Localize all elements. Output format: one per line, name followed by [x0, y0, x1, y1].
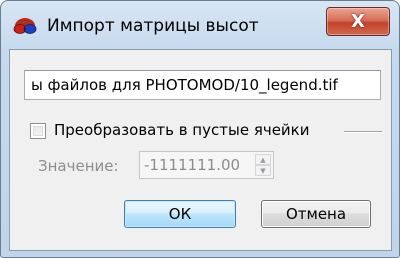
- value-input-text: -1111111.00: [144, 156, 241, 174]
- convert-empty-cells-checkbox[interactable]: [30, 123, 46, 139]
- group-separator: [344, 131, 382, 133]
- spin-down-button[interactable]: ▼: [255, 165, 271, 176]
- value-label: Значение:: [38, 157, 119, 175]
- title-bar[interactable]: Импорт матрицы высот X: [1, 1, 399, 49]
- close-button[interactable]: X: [326, 7, 390, 36]
- file-path-text: ы файлов для PHOTOMOD/10_legend.tif: [31, 76, 338, 94]
- close-icon: X: [351, 11, 365, 32]
- chevron-down-icon: ▼: [260, 166, 266, 175]
- chevron-up-icon: ▲: [260, 155, 266, 164]
- spin-up-button[interactable]: ▲: [255, 154, 271, 165]
- value-spinbox[interactable]: -1111111.00 ▲ ▼: [139, 151, 274, 179]
- cancel-button[interactable]: Отмена: [261, 200, 371, 228]
- window-title: Импорт матрицы высот: [47, 16, 259, 36]
- file-path-input[interactable]: ы файлов для PHOTOMOD/10_legend.tif: [24, 70, 381, 100]
- import-dem-dialog: Импорт матрицы высот X ы файлов для PHOT…: [0, 0, 400, 258]
- dialog-body: ы файлов для PHOTOMOD/10_legend.tif Прео…: [9, 49, 392, 251]
- convert-empty-cells-label[interactable]: Преобразовать в пустые ячейки: [54, 121, 310, 139]
- photomod-3d-glasses-icon: [13, 17, 37, 37]
- ok-button[interactable]: ОК: [124, 200, 236, 228]
